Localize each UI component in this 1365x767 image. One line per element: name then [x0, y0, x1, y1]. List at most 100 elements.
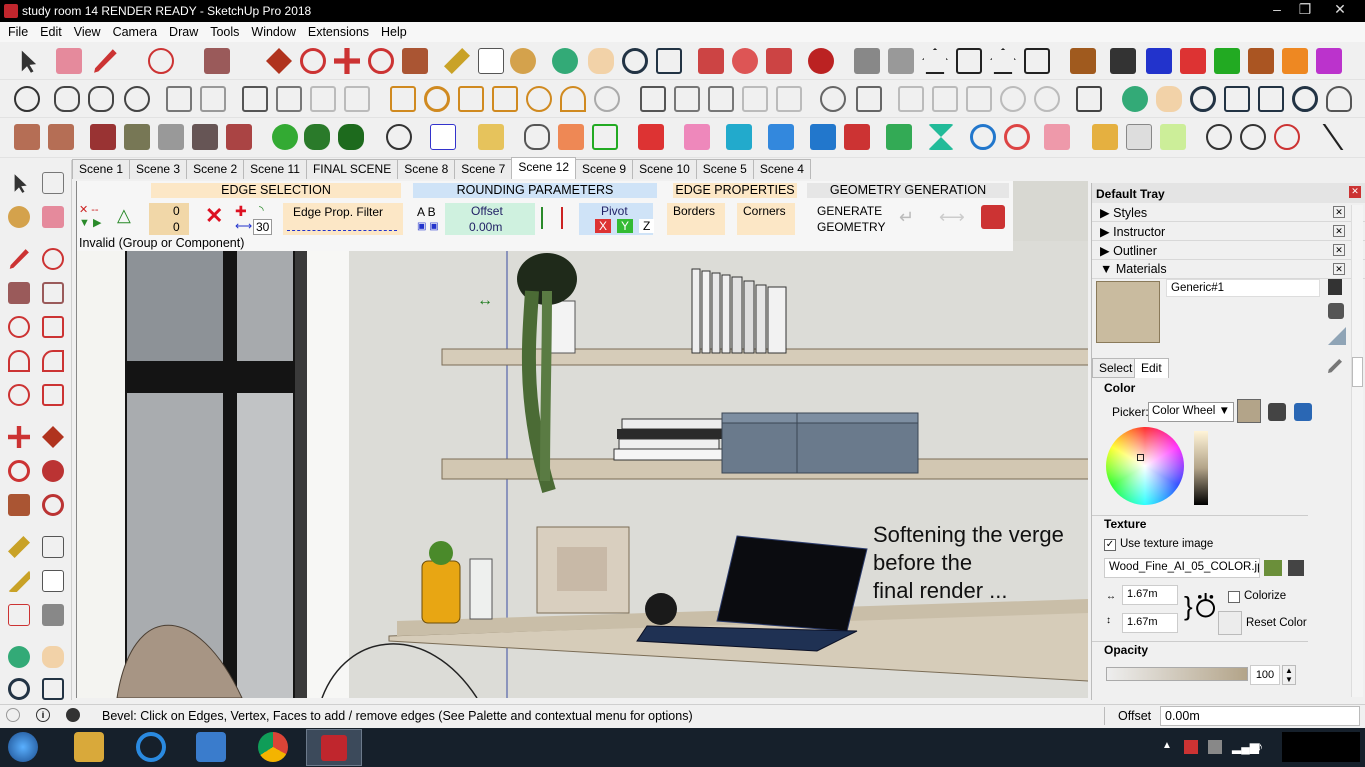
zoom-extents-2-icon[interactable]	[1258, 86, 1284, 112]
text-tool-icon[interactable]	[42, 570, 64, 592]
solid-inspector-icon[interactable]	[478, 124, 504, 150]
three-point-arc-icon[interactable]	[8, 384, 30, 406]
add-detail-icon[interactable]	[192, 124, 218, 150]
joint-push-pull-icon[interactable]	[592, 124, 618, 150]
spot-light-icon[interactable]	[458, 86, 484, 112]
text-icon[interactable]	[478, 48, 504, 74]
picker-select[interactable]: Color Wheel ▼	[1148, 402, 1234, 422]
browse-folder-icon[interactable]	[1264, 560, 1282, 576]
credits-icon[interactable]: i	[36, 708, 50, 722]
paint-tool-icon[interactable]	[8, 206, 30, 228]
target-icon[interactable]	[1206, 124, 1232, 150]
fredo-scale-icon[interactable]	[1110, 48, 1136, 74]
explode-icon[interactable]	[1160, 124, 1186, 150]
proxy-icon[interactable]	[820, 86, 846, 112]
bevel-section-edge-selection[interactable]: EDGE SELECTION	[151, 183, 401, 198]
hand-teapot-icon[interactable]	[88, 86, 114, 112]
geometry-label[interactable]: GEOMETRY	[817, 220, 885, 234]
texture-width-field[interactable]: 1.67m	[1122, 585, 1178, 605]
parallel-icon[interactable]	[541, 207, 563, 229]
fredo-twist-icon[interactable]	[1248, 48, 1274, 74]
orbit-icon[interactable]	[552, 48, 578, 74]
scene-tab[interactable]: Scene 2	[186, 159, 245, 179]
ball-icon[interactable]	[1000, 86, 1026, 112]
push-pull-tool-icon[interactable]	[42, 426, 64, 448]
pan-icon[interactable]	[588, 48, 614, 74]
check-icon[interactable]	[14, 86, 40, 112]
grill-icon[interactable]	[166, 86, 192, 112]
zoom-2-icon[interactable]	[1190, 86, 1216, 112]
hourglass-icon[interactable]	[928, 124, 954, 150]
right-view-icon[interactable]	[956, 48, 982, 74]
camera-icon[interactable]	[640, 86, 666, 112]
push-pull-icon[interactable]	[266, 48, 292, 74]
sphere-icon[interactable]	[594, 86, 620, 112]
cube-grid-icon[interactable]	[966, 86, 992, 112]
bevel-section-geometry[interactable]: GEOMETRY GENERATION	[807, 183, 1009, 198]
move-icon[interactable]: ✚	[235, 203, 247, 220]
dish-icon[interactable]	[200, 86, 226, 112]
sun-lamp-icon[interactable]	[390, 86, 416, 112]
rotated-rectangle-icon[interactable]	[42, 282, 64, 304]
pivot-x[interactable]: X	[595, 219, 612, 233]
expand-icon[interactable]: ⟷	[939, 207, 965, 228]
smoove-icon[interactable]	[90, 124, 116, 150]
start-button-icon[interactable]	[8, 732, 38, 762]
menu-view[interactable]: View	[70, 25, 109, 39]
axes-tool-icon[interactable]	[8, 604, 30, 626]
clear-selection-icon[interactable]: ✕	[205, 203, 223, 229]
pencil-icon[interactable]	[94, 49, 117, 73]
fur-icon[interactable]	[742, 86, 768, 112]
back-view-icon[interactable]	[990, 48, 1016, 74]
eraser-icon[interactable]	[56, 48, 82, 74]
color-swatch[interactable]	[1237, 399, 1261, 423]
lamp-icon[interactable]	[492, 86, 518, 112]
forest-icon[interactable]	[304, 124, 330, 150]
exit-icon[interactable]	[981, 205, 1005, 229]
reset-color-label[interactable]: Reset Color	[1246, 617, 1307, 629]
opacity-slider[interactable]	[1106, 667, 1248, 681]
zoom-tool-icon[interactable]	[8, 678, 30, 700]
zoom-window-icon[interactable]	[1224, 86, 1250, 112]
section-plane-icon[interactable]	[242, 86, 268, 112]
width-arrows-icon[interactable]: ⟷	[235, 219, 252, 233]
vray-icon[interactable]	[1044, 124, 1070, 150]
close-icon[interactable]: ✕	[1333, 206, 1345, 218]
mesh-light-icon[interactable]	[898, 86, 924, 112]
flip-edge-icon[interactable]	[226, 124, 252, 150]
user-icon[interactable]	[66, 708, 80, 722]
offset-tool-icon[interactable]	[42, 494, 64, 516]
scene-tab[interactable]: Scene 8	[397, 159, 456, 179]
brick-icon[interactable]	[638, 124, 664, 150]
match-screen-color-icon[interactable]	[1294, 403, 1312, 421]
ruby-console-icon[interactable]	[808, 48, 834, 74]
texture-file-field[interactable]: Wood_Fine_AI_05_COLOR.jpg	[1104, 558, 1260, 578]
menu-tools[interactable]: Tools	[206, 25, 247, 39]
fredo-stretch-icon[interactable]	[1214, 48, 1240, 74]
close-icon[interactable]: ✕	[1325, 0, 1355, 20]
dimension-tool-icon[interactable]	[42, 536, 64, 558]
share-model-icon[interactable]	[766, 48, 792, 74]
warehouse-icon[interactable]	[698, 48, 724, 74]
arc-icon[interactable]	[148, 48, 174, 74]
curviloft-icon[interactable]	[558, 124, 584, 150]
tray-scrollbar[interactable]	[1351, 205, 1363, 697]
colorize-checkbox[interactable]	[1228, 591, 1240, 603]
ab-buttons[interactable]: ▣ ▣	[417, 221, 439, 232]
geo-location-icon[interactable]	[386, 124, 412, 150]
paint-bucket-icon[interactable]	[510, 48, 536, 74]
follow-me-icon[interactable]	[300, 48, 326, 74]
tape-measure-icon[interactable]	[444, 48, 470, 74]
teapot-icon[interactable]	[54, 86, 80, 112]
pivot-y[interactable]: Y	[617, 219, 634, 233]
chrome-icon[interactable]	[258, 732, 288, 762]
polygon-tool-icon[interactable]	[42, 316, 64, 338]
rectangle-icon[interactable]	[204, 48, 230, 74]
tray-section-outliner[interactable]: ▶ Outliner ✕	[1092, 241, 1365, 260]
scene-tab[interactable]: Scene 7	[454, 159, 513, 179]
bevel-section-rounding[interactable]: ROUNDING PARAMETERS	[413, 183, 657, 198]
redo-icon[interactable]	[1004, 124, 1030, 150]
cube-color-icon[interactable]	[726, 124, 752, 150]
box-down-icon[interactable]	[708, 86, 734, 112]
scene-tab[interactable]: Scene 10	[632, 159, 697, 179]
